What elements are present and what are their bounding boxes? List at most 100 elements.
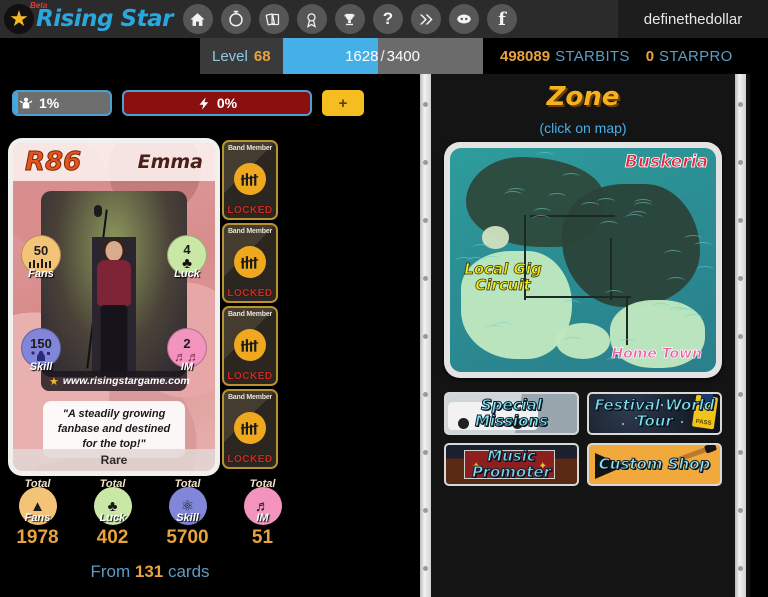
beta-badge: Beta	[30, 1, 47, 10]
app-logo[interactable]: ★ Beta Rising Star	[0, 0, 173, 38]
card-stat-im-value: 2	[183, 337, 190, 350]
festival-world-tour-button[interactable]: PASS Festival World Tour	[587, 392, 722, 435]
map-island-center	[556, 323, 609, 359]
energy-bolt-icon	[197, 96, 212, 111]
cards-icon[interactable]	[259, 4, 289, 34]
band-group-icon	[234, 163, 266, 195]
right-rail-decoration	[735, 74, 746, 597]
totals-row: Total ▲ Fans 1978 Total ♣ Luck 402 Total ⚛ Skill 57…	[0, 478, 300, 549]
card-stat-skill: 150 Skill	[21, 328, 61, 373]
from-count: 131	[135, 562, 163, 581]
featured-card[interactable]: R86 Emma 50 Fans 4 ♣ Luck 150 Skill 2 ♬♬…	[8, 138, 220, 476]
festival-world-tour-label: Festival World Tour	[589, 398, 720, 429]
rail-screw-icon	[738, 218, 743, 223]
from-suffix: cards	[168, 562, 210, 581]
star-icon: ★	[49, 375, 59, 388]
add-energy-button[interactable]: +	[322, 90, 364, 116]
total-stat-label: IM	[232, 512, 294, 524]
rail-screw-icon	[423, 392, 428, 397]
zone-buttons-grid: Special Missions PASS Festival World Tou…	[444, 392, 722, 486]
map-label-home-town[interactable]: Home Town	[611, 347, 702, 362]
card-title-band: R86 Emma	[13, 143, 215, 181]
band-member-slots: Band Member LOCKED Band Member LOCKED Band M…	[222, 140, 278, 469]
map-wave-decoration	[625, 214, 643, 218]
zone-title: Zone	[431, 82, 735, 112]
band-member-status: LOCKED	[227, 288, 272, 299]
microphone-icon	[94, 205, 102, 217]
from-prefix: From	[90, 562, 130, 581]
map-wave-decoration	[562, 173, 580, 177]
card-portrait	[41, 191, 187, 377]
currency-row: 498089 STARBITS 0 STARPRO	[500, 38, 733, 74]
band-group-icon	[234, 246, 266, 278]
total-stat-value: 51	[232, 527, 294, 549]
card-stat-luck: 4 ♣ Luck	[167, 235, 207, 280]
xp-separator: /	[380, 48, 384, 65]
card-quote: "A steadily growing fanbase and destined…	[51, 407, 177, 452]
starpro-value: 0	[646, 48, 654, 65]
rail-screw-icon	[738, 508, 743, 513]
total-stat-value: 1978	[7, 527, 69, 549]
music-promoter-button[interactable]: ✦ ✦ Music Promoter	[444, 443, 579, 486]
card-url-band: ★ www.risingstargame.com	[41, 371, 187, 391]
map-wave-decoration	[600, 221, 618, 225]
fans-meter[interactable]: 1%	[12, 90, 112, 116]
zone-map[interactable]: Buskeria Local Gig Circuit Home Town	[450, 148, 716, 372]
rail-screw-icon	[423, 334, 428, 339]
map-wave-decoration	[597, 198, 615, 202]
custom-shop-button[interactable]: Custom Shop	[587, 443, 722, 486]
award-ribbon-icon[interactable]	[297, 4, 327, 34]
card-name: Emma	[138, 151, 203, 173]
map-label-buskeria[interactable]: Buskeria	[625, 154, 708, 172]
band-member-slot[interactable]: Band Member LOCKED	[222, 140, 278, 220]
energy-meter[interactable]: 0%	[122, 90, 312, 116]
map-wave-decoration	[533, 208, 551, 212]
starbits-balance: 498089 STARBITS	[500, 48, 630, 65]
from-cards-text: From 131 cards	[0, 562, 300, 582]
map-wave-decoration	[684, 235, 702, 239]
card-stat-luck-label: Luck	[167, 268, 207, 280]
card-stat-fans-label: Fans	[21, 268, 61, 280]
character-figure	[92, 237, 136, 377]
map-wave-decoration	[618, 339, 636, 343]
map-wave-decoration	[581, 202, 599, 206]
fans-meter-label: 1%	[39, 95, 59, 111]
map-wave-decoration	[676, 308, 694, 312]
rising-star-app: ★ Beta Rising Star ? f definethedollar L…	[0, 0, 768, 597]
hive-chevrons-icon[interactable]	[411, 4, 441, 34]
band-member-status: LOCKED	[227, 454, 272, 465]
special-missions-label: Special Missions	[446, 398, 577, 429]
starbits-label: STARBITS	[555, 48, 630, 65]
band-member-slot[interactable]: Band Member LOCKED	[222, 306, 278, 386]
username-display[interactable]: definethedollar	[618, 0, 768, 38]
rail-screw-icon	[423, 566, 428, 571]
total-stat-value: 5700	[157, 527, 219, 549]
starbits-value: 498089	[500, 48, 550, 65]
logo-text: Rising Star	[36, 6, 173, 32]
map-wave-decoration	[472, 244, 490, 248]
card-stat-skill-label: Skill	[21, 361, 61, 373]
discord-icon[interactable]	[449, 4, 479, 34]
map-label-local-gig-circuit[interactable]: Local Gig Circuit	[460, 262, 546, 294]
total-stat-label: Skill	[157, 512, 219, 524]
map-wave-decoration	[605, 290, 623, 294]
band-member-status: LOCKED	[227, 205, 272, 216]
card-rarity: Rare	[13, 449, 215, 471]
map-wave-decoration	[455, 257, 473, 261]
top-navigation-bar: ★ Beta Rising Star ? f definethedollar	[0, 0, 768, 38]
map-wave-decoration	[507, 188, 525, 192]
help-question-icon[interactable]: ?	[373, 4, 403, 34]
custom-shop-label: Custom Shop	[599, 457, 710, 472]
rail-screw-icon	[738, 392, 743, 397]
facebook-icon[interactable]: f	[487, 4, 517, 34]
rail-screw-icon	[738, 566, 743, 571]
band-member-slot[interactable]: Band Member LOCKED	[222, 389, 278, 469]
zone-panel: Zone (click on map) Buskeria Local Gig C…	[420, 74, 750, 597]
card-url: www.risingstargame.com	[63, 375, 190, 387]
stopwatch-icon[interactable]	[221, 4, 251, 34]
trophy-icon[interactable]	[335, 4, 365, 34]
total-stat: Total ▲ Fans 1978	[7, 478, 69, 549]
band-member-slot[interactable]: Band Member LOCKED	[222, 223, 278, 303]
home-icon[interactable]	[183, 4, 213, 34]
special-missions-button[interactable]: Special Missions	[444, 392, 579, 435]
